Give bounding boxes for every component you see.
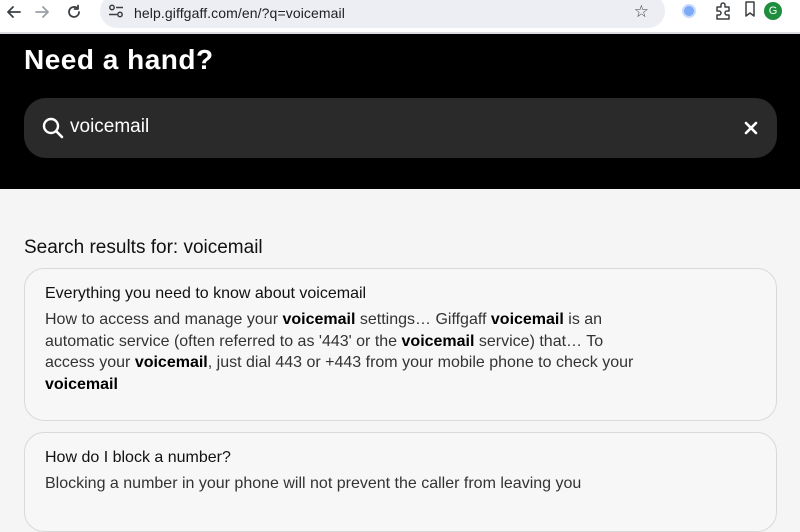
search-bar[interactable]	[24, 98, 777, 158]
search-icon	[42, 117, 64, 139]
reload-icon[interactable]	[64, 2, 84, 22]
search-input[interactable]	[70, 116, 670, 138]
highlighted-keyword: voicemail	[282, 311, 356, 328]
highlighted-keyword: voicemail	[45, 375, 118, 393]
results-heading: Search results for: voicemail	[24, 237, 263, 258]
snippet-text: settings… Giffgaff	[355, 311, 491, 328]
highlighted-keyword: voicemail	[401, 332, 475, 350]
help-hero: Need a hand?	[0, 34, 800, 189]
highlighted-keyword: voicemail	[134, 354, 208, 371]
page-title: Need a hand?	[24, 44, 214, 75]
snippet-text: How to access and manage your	[45, 311, 283, 328]
result-card[interactable]: How do I block a number? Blocking a numb…	[24, 432, 777, 532]
back-arrow-icon[interactable]	[4, 2, 24, 22]
result-card[interactable]: Everything you need to know about voicem…	[24, 268, 777, 421]
profile-avatar[interactable]: G	[764, 2, 782, 20]
result-snippet: Blocking a number in your phone will not…	[45, 473, 645, 495]
highlighted-keyword: voicemail	[490, 311, 564, 328]
extensions-puzzle-icon[interactable]	[714, 2, 732, 20]
address-bar[interactable]: help.giffgaff.com/en/?q=voicemail ☆	[100, 0, 665, 28]
snippet-text: Blocking a number in your phone will not…	[45, 475, 582, 492]
snippet-text: , just dial 443 or +443 from your mobile…	[207, 354, 634, 371]
clear-search-icon[interactable]	[743, 120, 759, 136]
result-snippet: How to access and manage your voicemail …	[45, 309, 645, 395]
address-url[interactable]: help.giffgaff.com/en/?q=voicemail	[134, 5, 345, 21]
result-title[interactable]: Everything you need to know about voicem…	[45, 285, 366, 303]
site-settings-icon[interactable]	[108, 4, 124, 18]
browser-toolbar: help.giffgaff.com/en/?q=voicemail ☆ G	[0, 0, 800, 32]
forward-arrow-icon[interactable]	[32, 2, 52, 22]
bookmark-star-icon[interactable]: ☆	[634, 2, 649, 22]
side-panel-bookmark-icon[interactable]	[744, 0, 756, 20]
extension-icon[interactable]	[682, 4, 696, 18]
result-title[interactable]: How do I block a number?	[45, 449, 231, 467]
